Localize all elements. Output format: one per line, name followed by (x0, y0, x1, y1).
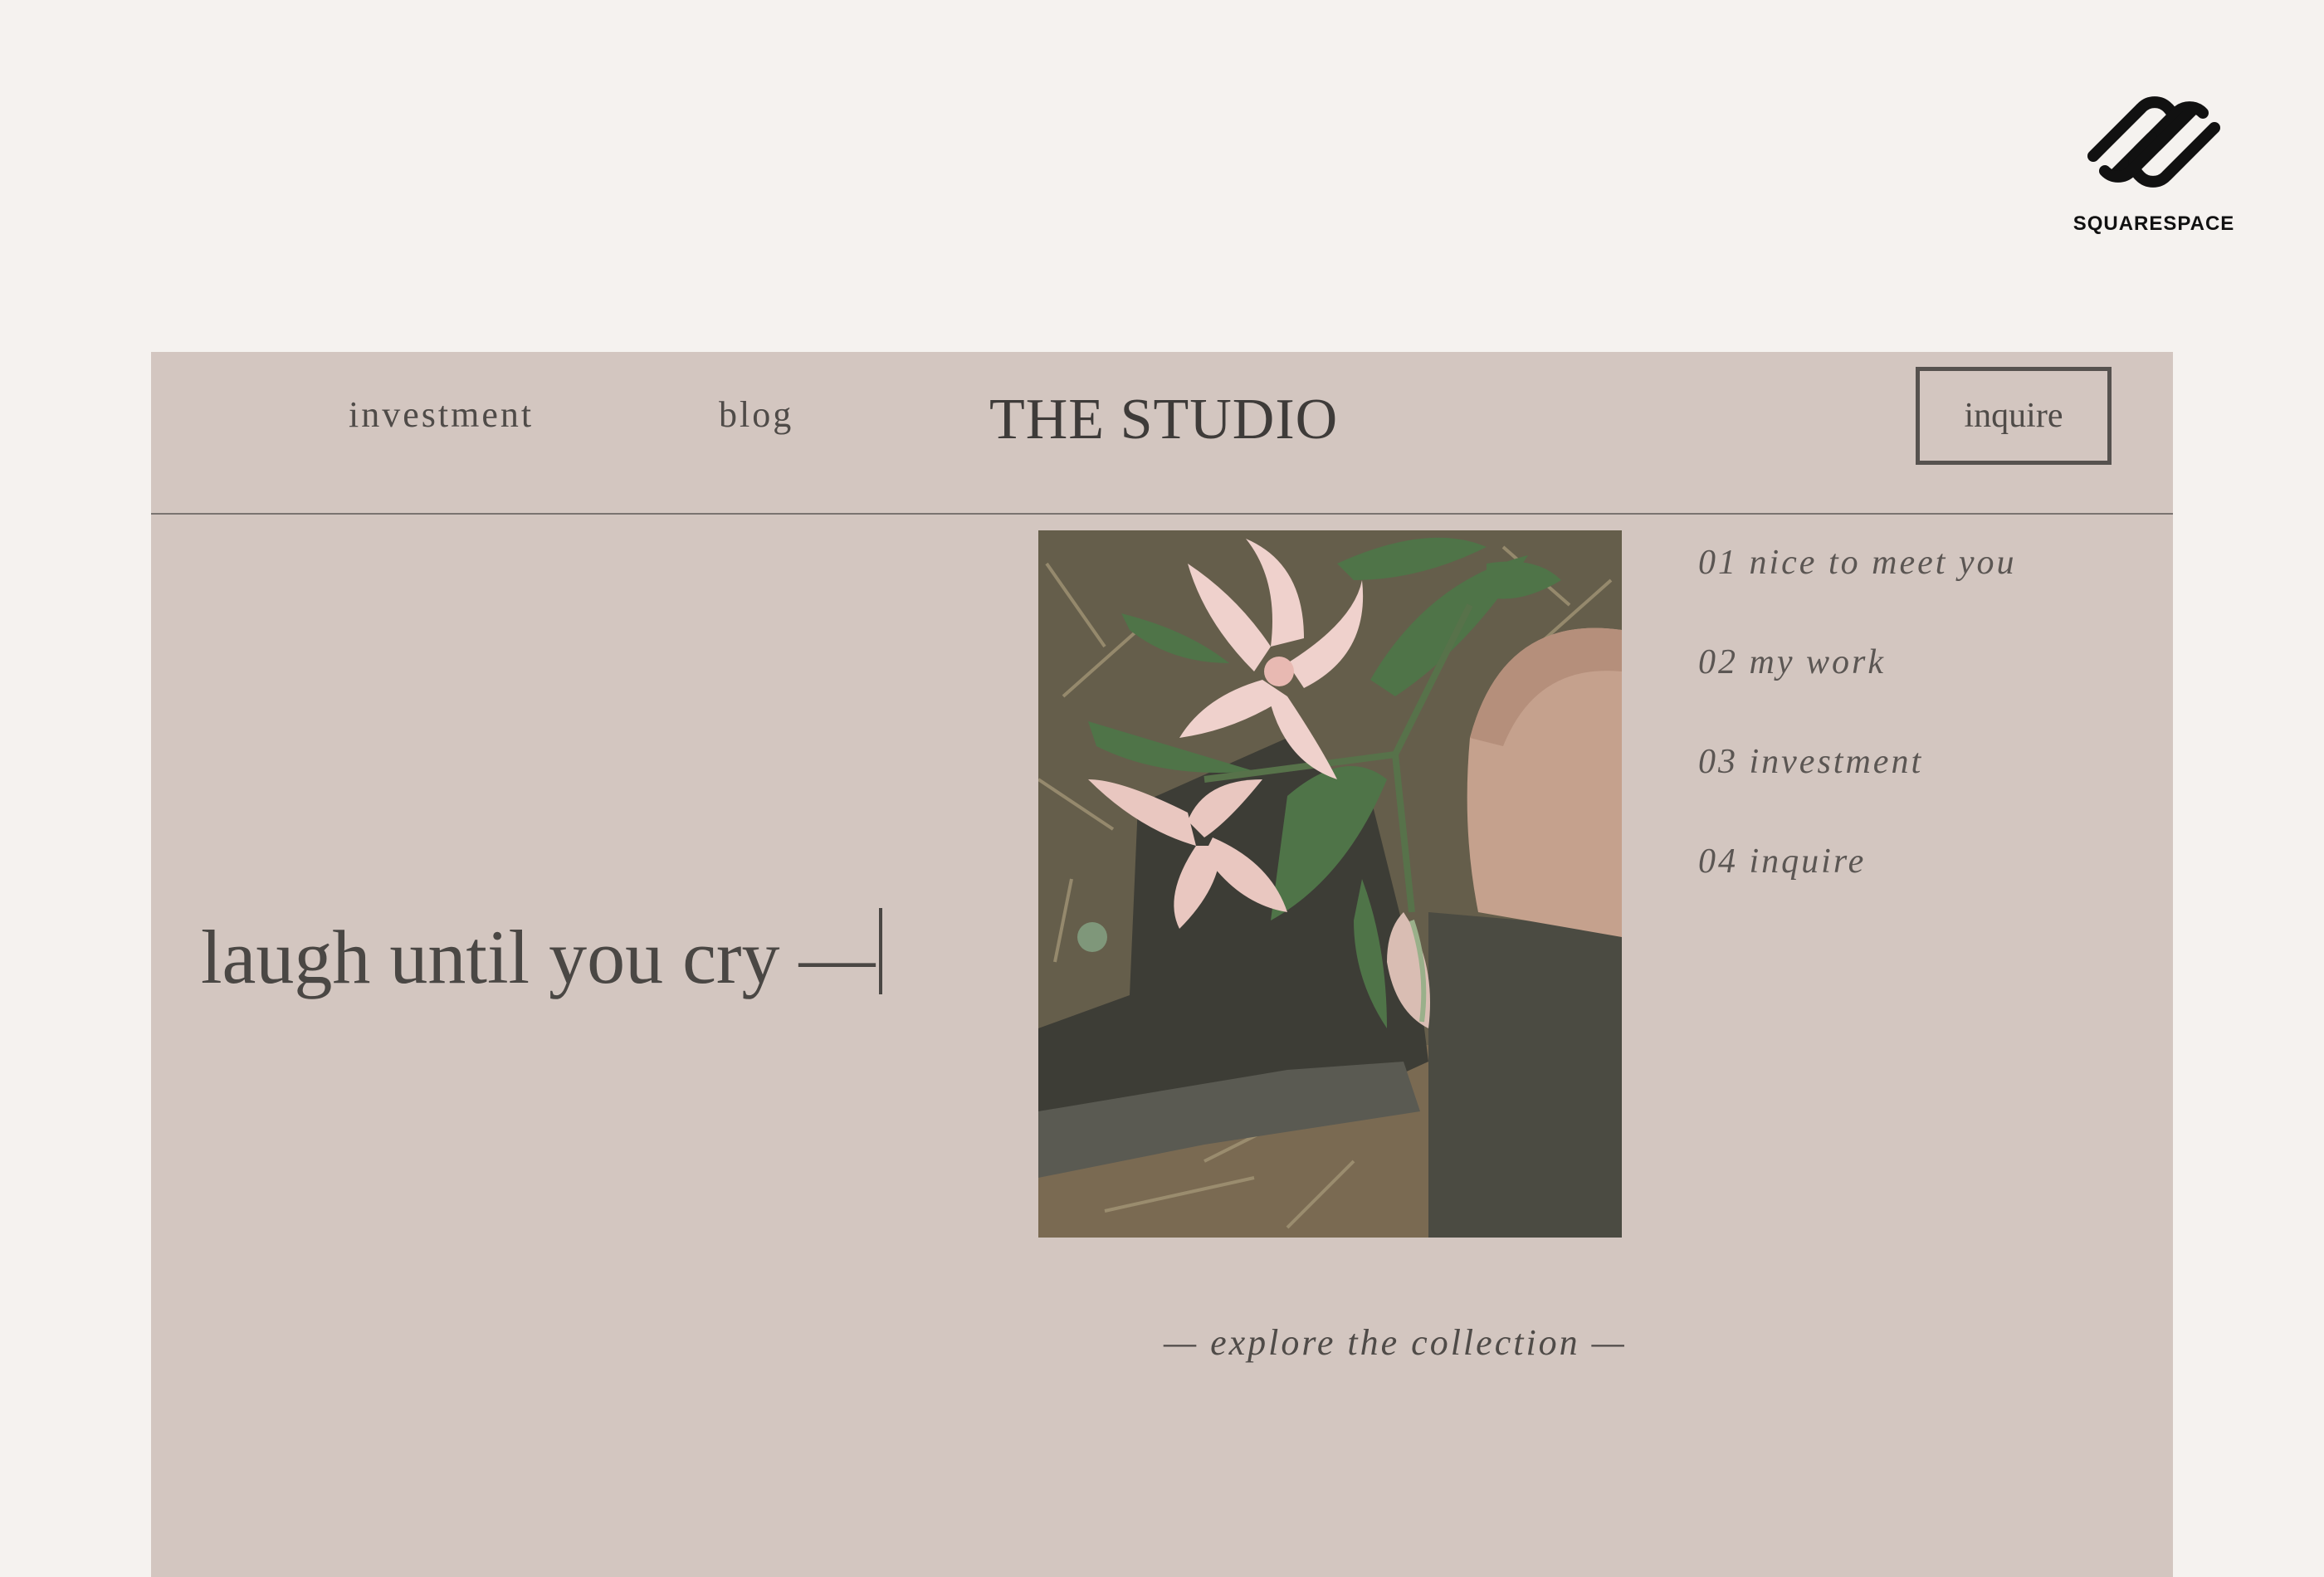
site-title[interactable]: THE STUDIO (989, 387, 1338, 453)
website-preview: investment blog THE STUDIO inquire laugh… (151, 352, 2173, 1577)
explore-collection-link[interactable]: — explore the collection — (1164, 1321, 1745, 1364)
side-menu-item-nice-to-meet-you[interactable]: 01 nice to meet you (1698, 543, 2017, 642)
side-menu-item-inquire[interactable]: 04 inquire (1698, 842, 2017, 941)
hero-headline-text: laugh until you cry — (201, 915, 876, 999)
nav-link-blog[interactable]: blog (719, 393, 793, 436)
squarespace-logo-icon (2087, 96, 2220, 188)
site-header: investment blog THE STUDIO inquire (151, 352, 2173, 515)
side-menu: 01 nice to meet you 02 my work 03 invest… (1698, 543, 2017, 941)
squarespace-logo: SQUARESPACE (2067, 80, 2241, 236)
text-cursor (878, 908, 882, 994)
lily-boots-image (1038, 530, 1622, 1238)
nav-link-investment[interactable]: investment (349, 393, 534, 436)
side-menu-item-my-work[interactable]: 02 my work (1698, 642, 2017, 742)
side-menu-item-investment[interactable]: 03 investment (1698, 742, 2017, 842)
inquire-button[interactable]: inquire (1916, 367, 2112, 465)
hero-image (1038, 530, 1622, 1238)
hero-headline: laugh until you cry — (201, 908, 882, 1001)
squarespace-logo-text: SQUARESPACE (2073, 212, 2235, 235)
